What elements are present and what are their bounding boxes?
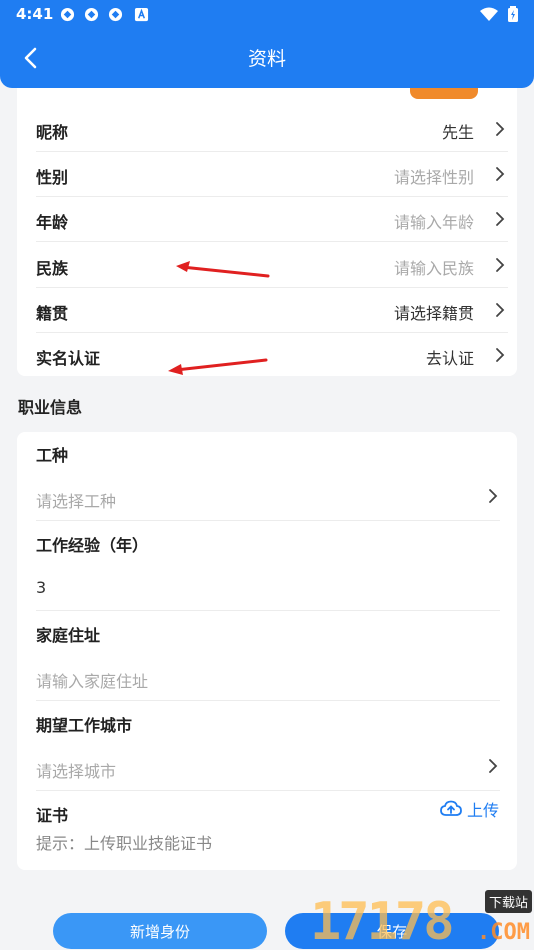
chevron-right-icon (496, 348, 505, 362)
row-hometown[interactable]: 籍贯 请选择籍贯 (36, 287, 508, 333)
field-label: 工作经验（年） (36, 536, 149, 555)
battery-icon (508, 6, 518, 22)
city-select[interactable]: 请选择城市 (36, 758, 116, 782)
row-label: 性别 (36, 168, 69, 187)
field-label: 期望工作城市 (36, 716, 133, 735)
upload-label: 上传 (466, 801, 499, 820)
chevron-right-icon (496, 167, 505, 181)
divider (36, 520, 500, 521)
field-label: 家庭住址 (36, 626, 101, 645)
certificate-field: 证书 提示：上传职业技能证书 (36, 802, 500, 862)
status-icons (479, 6, 518, 26)
row-value: 请输入民族 (393, 259, 474, 278)
row-value: 先生 (441, 123, 474, 142)
notification-icon (84, 7, 99, 22)
row-nickname[interactable]: 昵称 先生 (36, 106, 508, 152)
experience-input[interactable]: 3 (36, 578, 46, 597)
chevron-right-icon (496, 258, 505, 272)
row-value: 去认证 (425, 349, 474, 368)
chevron-right-icon (496, 303, 505, 317)
field-label: 证书 (36, 806, 69, 825)
career-card: 工种 请选择工种 工作经验（年） 3 家庭住址 请输入家庭住址 期望工作城市 请… (17, 432, 517, 870)
watermark-badge: 下载站 (484, 890, 532, 913)
notification-icon (60, 7, 75, 22)
job-type-field[interactable]: 工种 请选择工种 (36, 442, 500, 522)
address-field: 家庭住址 请输入家庭住址 (36, 622, 500, 702)
add-identity-button[interactable]: 新增身份 (53, 913, 267, 949)
row-age[interactable]: 年龄 请输入年龄 (36, 196, 508, 242)
row-label: 民族 (36, 259, 69, 278)
certificate-hint: 提示：上传职业技能证书 (36, 834, 213, 853)
watermark-suffix: .COM (477, 920, 530, 945)
chevron-right-icon (489, 489, 498, 503)
row-ethnicity[interactable]: 民族 请输入民族 (36, 242, 508, 288)
row-label: 籍贯 (36, 304, 69, 323)
divider (36, 700, 500, 701)
row-label: 年龄 (36, 213, 69, 232)
membership-badge (410, 88, 478, 99)
field-label: 工种 (36, 446, 69, 465)
status-bar: 4:41 (0, 0, 534, 28)
row-gender[interactable]: 性别 请选择性别 (36, 151, 508, 197)
divider (36, 610, 500, 611)
city-field[interactable]: 期望工作城市 请选择城市 (36, 712, 500, 792)
section-title-career: 职业信息 (18, 398, 83, 417)
basic-info-card: 昵称 先生 性别 请选择性别 年龄 请输入年龄 民族 请输入民族 籍贯 请选择籍… (17, 88, 517, 376)
chevron-right-icon (496, 212, 505, 226)
row-value: 请选择性别 (393, 168, 474, 187)
watermark-digits: 17178 (310, 892, 455, 950)
address-input[interactable]: 请输入家庭住址 (36, 668, 148, 692)
row-value: 请选择籍贯 (393, 304, 474, 323)
row-value: 请输入年龄 (393, 213, 474, 232)
job-type-select[interactable]: 请选择工种 (36, 488, 116, 512)
divider (36, 790, 500, 791)
experience-field: 工作经验（年） 3 (36, 532, 500, 612)
row-label: 昵称 (36, 123, 69, 142)
row-label: 实名认证 (36, 349, 101, 368)
cloud-upload-icon (440, 800, 462, 816)
upload-button[interactable]: 上传 (440, 797, 499, 821)
site-watermark: 17178 下载站 .COM (310, 888, 534, 950)
chevron-right-icon (489, 759, 498, 773)
text-notification-icon (134, 7, 149, 22)
chevron-right-icon (496, 122, 505, 136)
page-title: 资料 (247, 48, 286, 70)
row-real-name-auth[interactable]: 实名认证 去认证 (36, 332, 508, 378)
app-bar: 资料 (0, 28, 534, 88)
wifi-icon (479, 7, 498, 21)
notification-icon (108, 7, 123, 22)
status-time: 4:41 (16, 5, 54, 23)
